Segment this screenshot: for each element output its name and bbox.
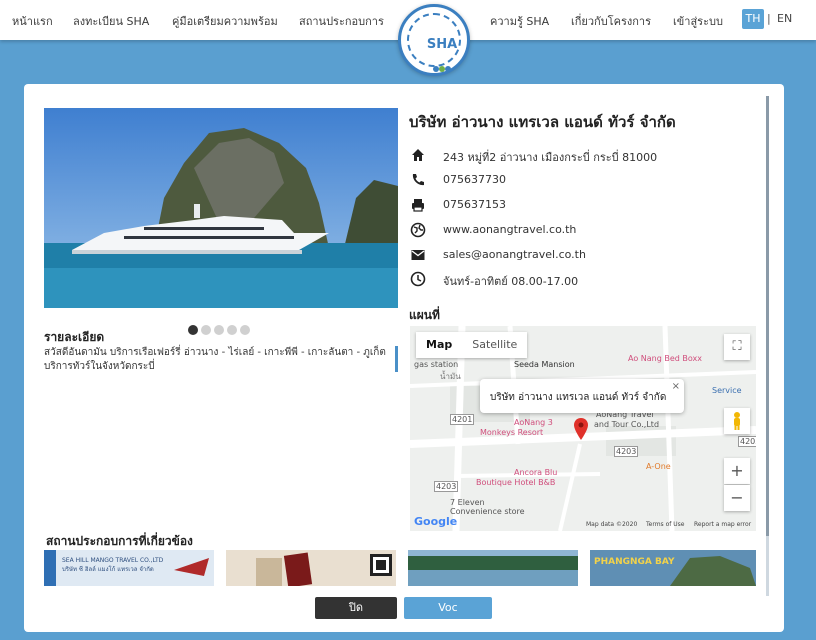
globe-icon	[410, 222, 426, 238]
zoom-in-button[interactable]: +	[724, 458, 750, 484]
map-label: and Tour Co.,Ltd	[594, 420, 660, 429]
company-name: บริษัท อ่าวนาง แทรเวล แอนด์ ทัวร์ จำกัด	[409, 113, 676, 131]
lang-th-button[interactable]: TH	[742, 9, 764, 29]
thumb-1-line-2: บริษัท ซี ฮิลล์ แมงโก้ แทรเวล จำกัด	[62, 565, 154, 573]
sha-logo-text: SHA	[426, 37, 458, 52]
nav-establishments[interactable]: สถานประกอบการ	[299, 12, 384, 30]
details-heading: รายละเอียด	[44, 330, 105, 344]
map-terms-link[interactable]: Terms of Use	[646, 521, 684, 528]
map-type-toggle: Map Satellite	[416, 332, 528, 358]
website-link[interactable]: www.aonangtravel.co.th	[443, 223, 576, 236]
carousel-dot[interactable]	[214, 325, 224, 335]
nav-register-sha[interactable]: ลงทะเบียน SHA	[73, 12, 149, 30]
lang-separator: |	[767, 12, 771, 25]
home-icon	[412, 149, 424, 161]
related-thumb-image: SEA HILL MANGO TRAVEL CO.,LTD บริษัท ซี …	[44, 550, 214, 586]
street-view-icon[interactable]	[724, 408, 750, 434]
map-label: A-One	[646, 462, 671, 471]
carousel-dot[interactable]	[201, 325, 211, 335]
lang-en-button[interactable]: EN	[777, 9, 792, 29]
fax-text: 075637153	[443, 198, 506, 211]
map-report-link[interactable]: Report a map error	[694, 521, 751, 528]
map-label: AoNang 3	[514, 418, 553, 427]
map-label: Ao Nang Bed Boxx	[628, 354, 702, 363]
sha-logo-ring: SHA	[407, 13, 461, 72]
carousel-dot[interactable]	[188, 325, 198, 335]
details-text: สวัสดีอันดามัน บริการเรือเฟอร์รี่ อ่าวนา…	[44, 347, 386, 372]
popup-close-icon[interactable]: ×	[672, 381, 680, 392]
road-sign: 4203	[434, 481, 459, 492]
google-map[interactable]: Map Satellite gas station น้ำมัน Seeda Ma…	[410, 326, 756, 531]
related-thumb-image	[226, 550, 396, 586]
map-popup-text: บริษัท อ่าวนาง แทรเวล แอนด์ ทัวร์ จำกัด	[490, 392, 667, 403]
map-label: Monkeys Resort	[480, 428, 544, 437]
phone-text[interactable]: 075637730	[443, 173, 506, 186]
road-sign: 4203	[614, 446, 639, 457]
email-link[interactable]: sales@aonangtravel.co.th	[443, 248, 586, 261]
map-label: น้ำมัน	[440, 372, 461, 381]
map-type-map[interactable]: Map	[416, 332, 462, 358]
zoom-out-button[interactable]: −	[724, 485, 750, 511]
address-text: 243 หมู่ที่2 อ่าวนาง เมืองกระบี่ กระบี่ …	[443, 151, 658, 164]
details-scroll-indicator	[395, 346, 398, 372]
map-info-popup: บริษัท อ่าวนาง แทรเวล แอนด์ ทัวร์ จำกัด …	[480, 379, 684, 413]
map-label: Service	[712, 386, 742, 395]
carousel-dot[interactable]	[227, 325, 237, 335]
nav-about[interactable]: เกี่ยวกับโครงการ	[571, 12, 651, 30]
modal-scrollbar[interactable]	[766, 96, 769, 596]
road-sign: 4203	[738, 436, 756, 447]
map-type-satellite[interactable]: Satellite	[462, 332, 527, 358]
printer-icon	[412, 199, 424, 212]
close-button[interactable]: ปิด	[315, 597, 397, 619]
related-thumb-2[interactable]	[226, 550, 396, 586]
map-label: Seeda Mansion	[514, 360, 575, 369]
related-thumb-image: PHANGNGA BAY	[590, 550, 756, 586]
related-thumb-image	[408, 550, 578, 586]
google-logo: Google	[414, 515, 458, 528]
map-label: Ancora Blu	[514, 468, 558, 477]
nav-sha-knowledge[interactable]: ความรู้ SHA	[490, 12, 549, 30]
photo-carousel-dots	[188, 320, 253, 339]
establishment-photo	[44, 108, 398, 308]
clock-icon	[410, 271, 426, 287]
establishment-modal: รายละเอียด สวัสดีอันดามัน บริการเรือเฟอร…	[24, 84, 784, 632]
related-thumb-4[interactable]: PHANGNGA BAY	[590, 550, 756, 586]
map-label: 7 Eleven	[450, 498, 485, 507]
map-pin-icon[interactable]	[574, 418, 588, 440]
map-label: Boutique Hotel B&B	[476, 478, 556, 487]
map-label: gas station	[414, 360, 459, 369]
mail-icon	[411, 250, 425, 260]
related-thumb-1[interactable]: SEA HILL MANGO TRAVEL CO.,LTD บริษัท ซี …	[44, 550, 214, 586]
thumb-4-text: PHANGNGA BAY	[594, 557, 675, 567]
fullscreen-icon[interactable]: ⛶	[724, 334, 750, 360]
nav-manual[interactable]: คู่มือเตรียมความพร้อม	[172, 12, 278, 30]
vote-button[interactable]: Voc	[404, 597, 492, 619]
road-sign: 4201	[450, 414, 475, 425]
map-data-credit: Map data ©2020	[586, 521, 638, 528]
ferry-photo	[44, 108, 398, 308]
nav-home[interactable]: หน้าแรก	[12, 12, 53, 30]
sha-logo-dots	[433, 57, 451, 72]
map-heading: แผนที่	[409, 308, 440, 322]
carousel-dot[interactable]	[240, 325, 250, 335]
map-label: Convenience store	[450, 507, 525, 516]
scrollbar-thumb[interactable]	[766, 96, 769, 536]
thumb-1-line-1: SEA HILL MANGO TRAVEL CO.,LTD	[62, 557, 164, 564]
related-heading: สถานประกอบการที่เกี่ยวข้อง	[46, 534, 193, 548]
related-thumb-3[interactable]	[408, 550, 578, 586]
hours-text: จันทร์-อาทิตย์ 08.00-17.00	[443, 275, 579, 288]
phone-icon	[412, 174, 424, 186]
sha-logo[interactable]: SHA	[398, 4, 470, 76]
nav-login[interactable]: เข้าสู่ระบบ	[673, 12, 723, 30]
